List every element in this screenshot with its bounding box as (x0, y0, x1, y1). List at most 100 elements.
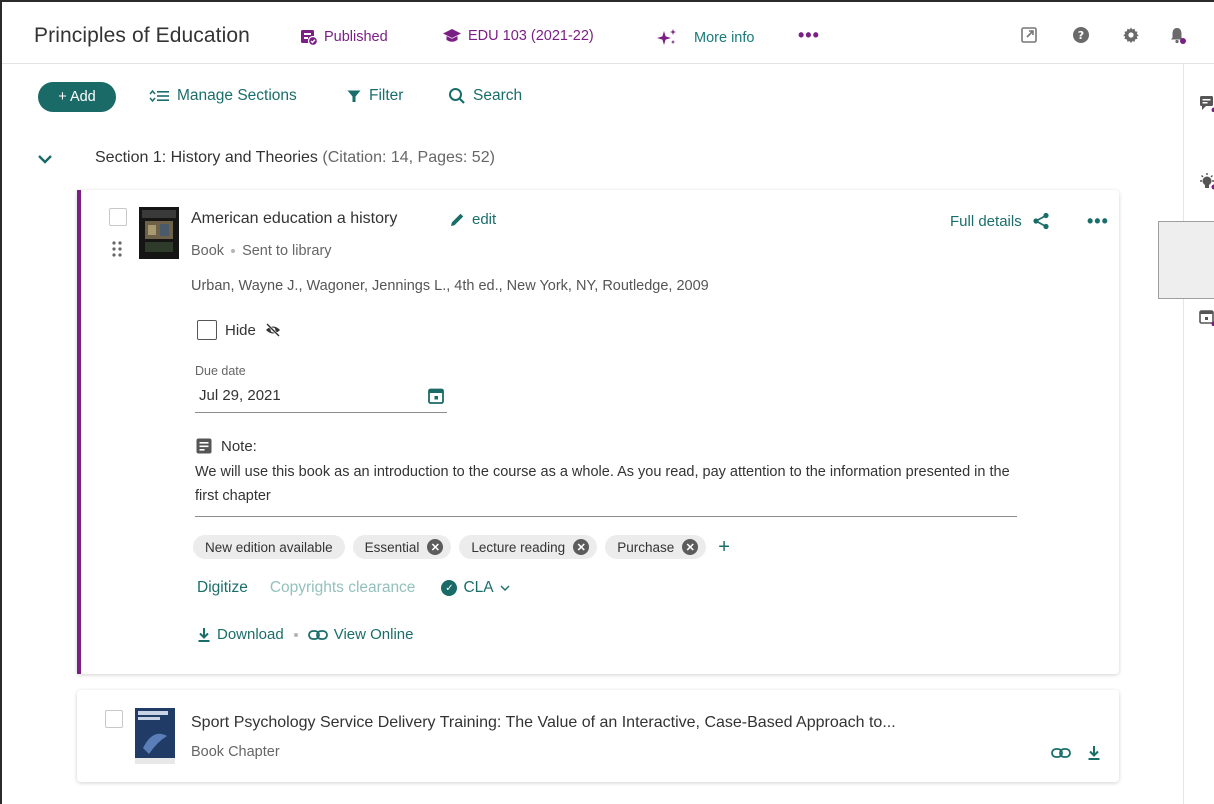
item-actions: Digitize Copyrights clearance ✓ CLA (197, 579, 510, 597)
manage-sections-button[interactable]: Manage Sections (148, 87, 297, 105)
remove-tag-icon[interactable]: ✕ (682, 539, 699, 555)
calendar-icon[interactable] (427, 387, 445, 405)
tag-label: Purchase (617, 539, 675, 555)
due-date-value: Jul 29, 2021 (199, 387, 281, 404)
download-icon[interactable] (1087, 745, 1101, 761)
bell-icon[interactable] (1168, 26, 1186, 44)
tag-chip[interactable]: Essential ✕ (352, 535, 452, 559)
separator-dot (293, 632, 298, 637)
search-label: Search (473, 87, 523, 104)
sparkle-icon (657, 29, 676, 45)
tag-chip[interactable]: New edition available (193, 535, 345, 559)
share-icon[interactable] (1032, 212, 1050, 230)
course-header: Principles of Education Published EDU 10… (2, 2, 1214, 64)
section-name: Section 1: History and Theories (95, 149, 318, 166)
published-label: Published (324, 29, 388, 45)
course-code[interactable]: EDU 103 (2021-22) (442, 28, 594, 44)
pencil-icon (451, 213, 464, 226)
more-horizontal-icon: ••• (798, 25, 820, 45)
item-type-row: Book Sent to library (191, 243, 332, 259)
item-citation: Urban, Wayne J., Wagoner, Jennings L., 4… (191, 278, 709, 294)
item-type-row: Book Chapter (191, 744, 280, 760)
tag-label: New edition available (205, 539, 333, 555)
tag-list: New edition available Essential ✕ Lecture… (193, 535, 730, 559)
course-code-label: EDU 103 (2021-22) (468, 28, 594, 44)
hide-checkbox[interactable] (197, 320, 217, 340)
eye-off-icon (265, 323, 280, 337)
note-label: Note: (221, 437, 257, 455)
manage-sections-label: Manage Sections (177, 87, 297, 104)
rail-placeholder-panel (1158, 221, 1214, 299)
svg-text:?: ? (1078, 29, 1084, 42)
hide-toggle[interactable]: Hide (197, 320, 282, 340)
published-icon (301, 30, 318, 46)
item-type: Book Chapter (191, 744, 280, 760)
item-title[interactable]: American education a history (191, 210, 397, 228)
course-title: Principles of Education (34, 24, 250, 47)
view-online-link[interactable]: View Online (334, 626, 414, 643)
link-icon (307, 629, 328, 640)
reading-item-card: American education a history edit Book S… (77, 190, 1119, 674)
item-title[interactable]: Sport Psychology Service Delivery Traini… (191, 714, 896, 732)
tag-chip[interactable]: Purchase ✕ (605, 535, 707, 559)
drag-handle-icon[interactable] (111, 240, 123, 258)
note-header: Note: (195, 437, 257, 455)
add-button[interactable]: + Add (38, 82, 116, 112)
hide-label: Hide (225, 321, 256, 339)
full-details-button[interactable]: Full details (950, 212, 1050, 230)
published-status[interactable]: Published (300, 28, 388, 46)
graduation-cap-icon (443, 29, 461, 42)
reading-item-card: Sport Psychology Service Delivery Traini… (77, 690, 1119, 782)
download-link[interactable]: Download (217, 626, 284, 643)
add-tag-icon[interactable]: + (718, 536, 730, 559)
open-external-icon[interactable] (1020, 26, 1038, 44)
cla-label: CLA (463, 579, 494, 596)
tag-chip[interactable]: Lecture reading ✕ (459, 535, 598, 559)
note-text[interactable]: We will use this book as an introduction… (195, 460, 1017, 517)
item-quick-actions (1051, 745, 1101, 761)
download-icon (198, 627, 210, 642)
filter-icon (347, 90, 361, 102)
due-date-field[interactable]: Jul 29, 2021 (195, 381, 447, 413)
digitize-link[interactable]: Digitize (197, 579, 248, 597)
search-button[interactable]: Search (448, 87, 522, 105)
remove-tag-icon[interactable]: ✕ (427, 539, 444, 555)
chevron-down-icon[interactable] (36, 150, 54, 168)
section-meta: (Citation: 14, Pages: 52) (322, 149, 495, 166)
more-info-label: More info (694, 30, 755, 46)
lightbulb-icon[interactable] (1198, 172, 1214, 190)
item-status: Sent to library (242, 243, 332, 259)
check-circle-icon: ✓ (441, 580, 458, 596)
header-more-menu[interactable]: ••• (798, 25, 820, 46)
edit-button[interactable]: edit (449, 211, 496, 228)
more-horizontal-icon: ••• (1087, 211, 1109, 231)
full-details-label: Full details (950, 212, 1022, 230)
item-checkbox[interactable] (105, 710, 123, 728)
calendar-icon[interactable] (1198, 308, 1214, 326)
help-icon[interactable]: ? (1072, 26, 1090, 44)
chevron-down-icon (500, 585, 510, 591)
item-type: Book (191, 243, 225, 259)
due-date-label: Due date (195, 364, 246, 378)
copyrights-clearance-link[interactable]: Copyrights clearance (270, 579, 416, 597)
remove-tag-icon[interactable]: ✕ (573, 539, 590, 555)
book-cover-thumbnail (135, 708, 175, 764)
comments-icon[interactable] (1198, 94, 1214, 112)
cla-dropdown[interactable]: ✓ CLA (441, 579, 510, 597)
link-icon[interactable] (1051, 747, 1071, 759)
section-title: Section 1: History and Theories (Citatio… (95, 149, 495, 167)
tag-label: Lecture reading (471, 539, 566, 555)
filter-button[interactable]: Filter (346, 87, 403, 105)
more-info-button[interactable]: More info (656, 28, 754, 48)
gear-icon[interactable] (1122, 26, 1140, 44)
edit-label: edit (472, 211, 497, 228)
note-icon (196, 438, 212, 454)
separator-dot (231, 249, 236, 253)
item-checkbox[interactable] (109, 208, 127, 226)
search-icon (449, 88, 465, 104)
item-links: Download View Online (197, 626, 414, 643)
sort-list-icon (149, 89, 169, 103)
item-more-menu[interactable]: ••• (1087, 211, 1109, 232)
tag-label: Essential (364, 539, 420, 555)
book-cover-thumbnail (139, 207, 179, 259)
